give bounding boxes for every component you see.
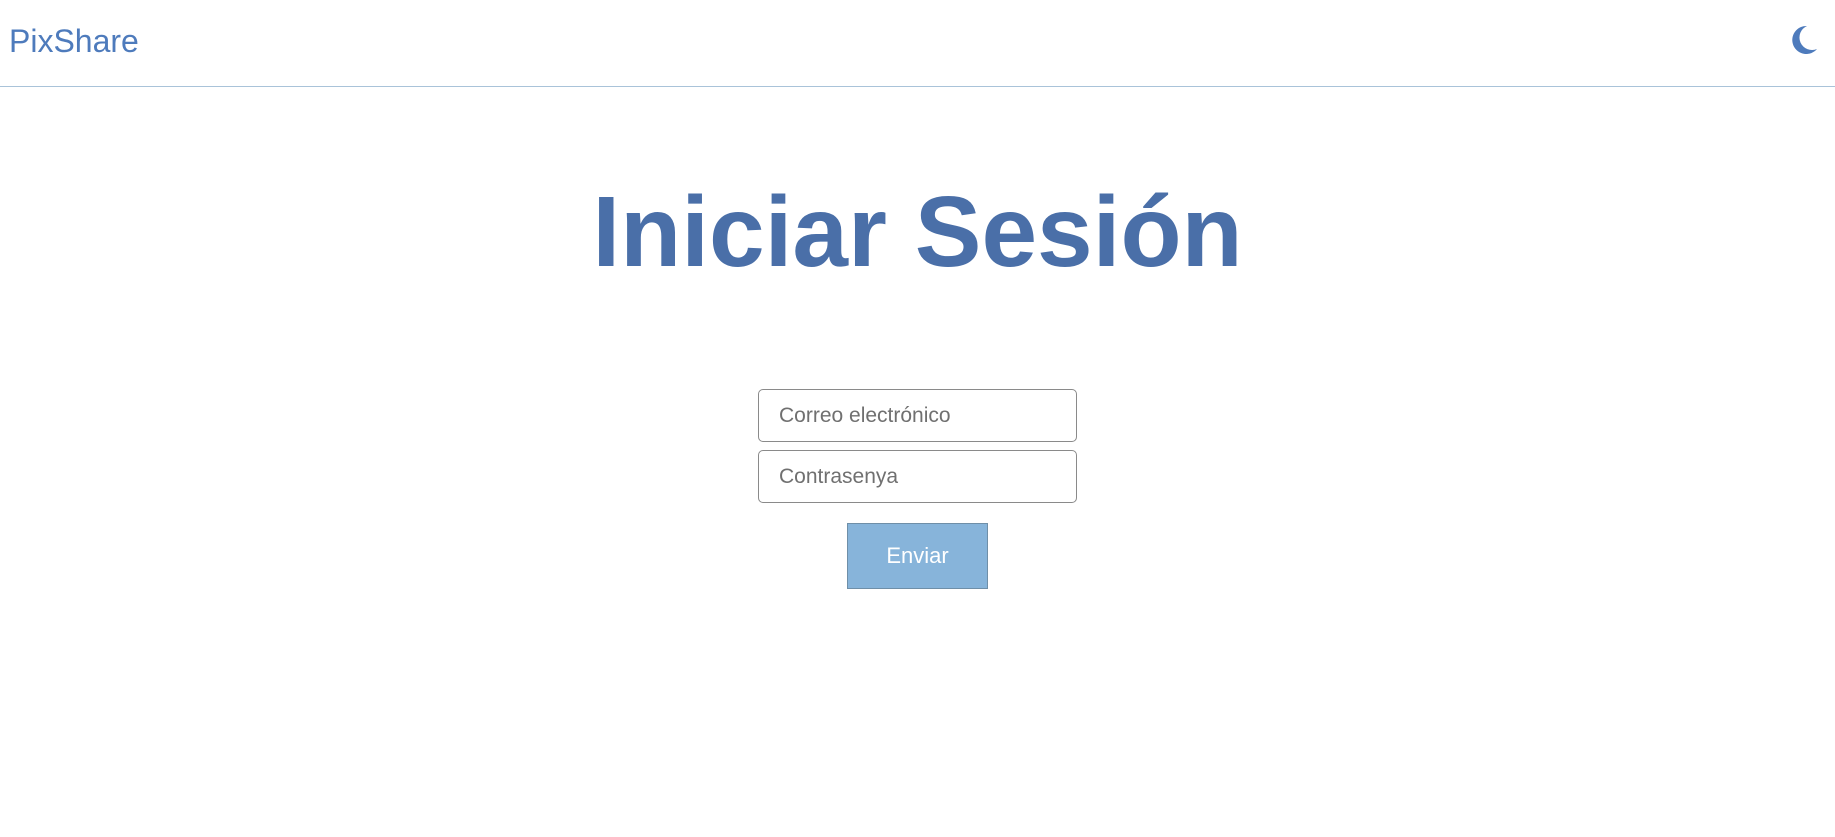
- email-field[interactable]: [758, 389, 1077, 442]
- submit-button[interactable]: Enviar: [847, 523, 988, 589]
- login-form: [758, 389, 1077, 503]
- page-title: Iniciar Sesión: [592, 176, 1243, 288]
- moon-icon: [1792, 25, 1817, 54]
- password-field[interactable]: [758, 450, 1077, 503]
- top-navbar: PixShare: [0, 0, 1835, 87]
- brand-link[interactable]: PixShare: [9, 22, 139, 60]
- theme-toggle-button[interactable]: [1786, 22, 1822, 58]
